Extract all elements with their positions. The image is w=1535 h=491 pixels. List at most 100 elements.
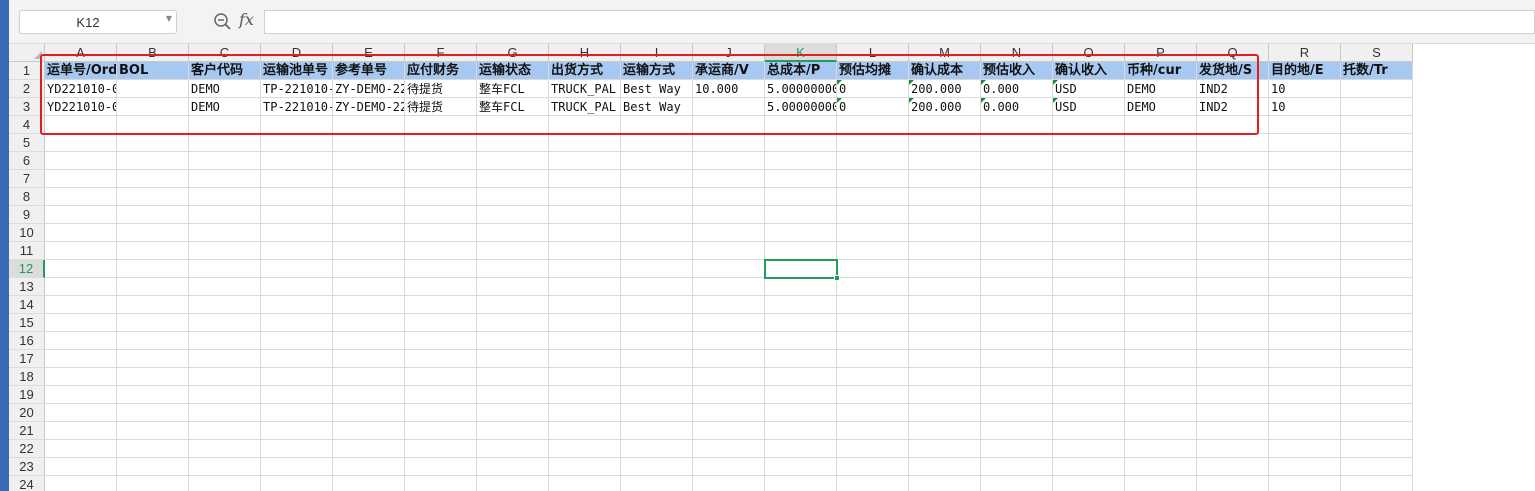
cell-l2[interactable]: 0	[837, 80, 909, 98]
cell-c2[interactable]: DEMO	[189, 80, 261, 98]
cell-n14[interactable]	[981, 296, 1053, 314]
cell-c7[interactable]	[189, 170, 261, 188]
cell-s22[interactable]	[1341, 440, 1413, 458]
cell-f8[interactable]	[405, 188, 477, 206]
cell-f4[interactable]	[405, 116, 477, 134]
cell-s18[interactable]	[1341, 368, 1413, 386]
cell-k13[interactable]	[765, 278, 837, 296]
cell-o4[interactable]	[1053, 116, 1125, 134]
cell-i9[interactable]	[621, 206, 693, 224]
cell-d2[interactable]: TP-221010-00003	[261, 80, 333, 98]
cell-c19[interactable]	[189, 386, 261, 404]
cell-f3[interactable]: 待提货	[405, 98, 477, 116]
cell-s15[interactable]	[1341, 314, 1413, 332]
row-header-19[interactable]: 19	[9, 386, 45, 404]
cell-q1[interactable]: 发货地/S	[1197, 62, 1269, 80]
row-header-8[interactable]: 8	[9, 188, 45, 206]
cell-s17[interactable]	[1341, 350, 1413, 368]
cell-k20[interactable]	[765, 404, 837, 422]
cell-j15[interactable]	[693, 314, 765, 332]
cell-n20[interactable]	[981, 404, 1053, 422]
cell-d13[interactable]	[261, 278, 333, 296]
cell-m4[interactable]	[909, 116, 981, 134]
cell-d24[interactable]	[261, 476, 333, 491]
column-header-g[interactable]: G	[477, 44, 549, 62]
cell-p14[interactable]	[1125, 296, 1197, 314]
cell-m19[interactable]	[909, 386, 981, 404]
cell-l22[interactable]	[837, 440, 909, 458]
cell-m16[interactable]	[909, 332, 981, 350]
cell-a12[interactable]	[45, 260, 117, 278]
cell-b10[interactable]	[117, 224, 189, 242]
cell-n23[interactable]	[981, 458, 1053, 476]
cell-h6[interactable]	[549, 152, 621, 170]
column-header-d[interactable]: D	[261, 44, 333, 62]
cell-i13[interactable]	[621, 278, 693, 296]
cell-e5[interactable]	[333, 134, 405, 152]
column-header-a[interactable]: A	[45, 44, 117, 62]
cell-e18[interactable]	[333, 368, 405, 386]
cell-e6[interactable]	[333, 152, 405, 170]
cell-e19[interactable]	[333, 386, 405, 404]
cell-r23[interactable]	[1269, 458, 1341, 476]
cell-g10[interactable]	[477, 224, 549, 242]
cell-i16[interactable]	[621, 332, 693, 350]
cell-m5[interactable]	[909, 134, 981, 152]
cell-q2[interactable]: IND2	[1197, 80, 1269, 98]
cell-a16[interactable]	[45, 332, 117, 350]
cell-l6[interactable]	[837, 152, 909, 170]
cell-c18[interactable]	[189, 368, 261, 386]
row-header-10[interactable]: 10	[9, 224, 45, 242]
cell-m23[interactable]	[909, 458, 981, 476]
cell-c6[interactable]	[189, 152, 261, 170]
cell-f17[interactable]	[405, 350, 477, 368]
cell-d21[interactable]	[261, 422, 333, 440]
cell-m1[interactable]: 确认成本	[909, 62, 981, 80]
cell-j18[interactable]	[693, 368, 765, 386]
cell-s6[interactable]	[1341, 152, 1413, 170]
cell-n10[interactable]	[981, 224, 1053, 242]
cell-o10[interactable]	[1053, 224, 1125, 242]
cell-l12[interactable]	[837, 260, 909, 278]
cell-l8[interactable]	[837, 188, 909, 206]
cell-g14[interactable]	[477, 296, 549, 314]
cell-i15[interactable]	[621, 314, 693, 332]
cell-d6[interactable]	[261, 152, 333, 170]
cell-n19[interactable]	[981, 386, 1053, 404]
cell-o6[interactable]	[1053, 152, 1125, 170]
cell-j17[interactable]	[693, 350, 765, 368]
cell-j4[interactable]	[693, 116, 765, 134]
cell-q16[interactable]	[1197, 332, 1269, 350]
column-header-m[interactable]: M	[909, 44, 981, 62]
column-header-p[interactable]: P	[1125, 44, 1197, 62]
cell-h9[interactable]	[549, 206, 621, 224]
cell-e4[interactable]	[333, 116, 405, 134]
cell-c9[interactable]	[189, 206, 261, 224]
cell-k8[interactable]	[765, 188, 837, 206]
cell-k17[interactable]	[765, 350, 837, 368]
cell-r17[interactable]	[1269, 350, 1341, 368]
cell-j22[interactable]	[693, 440, 765, 458]
cell-o19[interactable]	[1053, 386, 1125, 404]
cell-g8[interactable]	[477, 188, 549, 206]
cell-f11[interactable]	[405, 242, 477, 260]
cell-p21[interactable]	[1125, 422, 1197, 440]
cell-i5[interactable]	[621, 134, 693, 152]
row-header-23[interactable]: 23	[9, 458, 45, 476]
row-header-6[interactable]: 6	[9, 152, 45, 170]
cell-c3[interactable]: DEMO	[189, 98, 261, 116]
cell-m11[interactable]	[909, 242, 981, 260]
cell-b8[interactable]	[117, 188, 189, 206]
cell-k19[interactable]	[765, 386, 837, 404]
cell-f5[interactable]	[405, 134, 477, 152]
name-box[interactable]: K12 ▼	[19, 10, 177, 34]
cell-k3[interactable]: 5.00000000	[765, 98, 837, 116]
cell-b23[interactable]	[117, 458, 189, 476]
cell-n6[interactable]	[981, 152, 1053, 170]
row-header-17[interactable]: 17	[9, 350, 45, 368]
cell-e2[interactable]: ZY-DEMO-221010-000	[333, 80, 405, 98]
cell-l18[interactable]	[837, 368, 909, 386]
cell-s24[interactable]	[1341, 476, 1413, 491]
cell-a23[interactable]	[45, 458, 117, 476]
cell-m22[interactable]	[909, 440, 981, 458]
